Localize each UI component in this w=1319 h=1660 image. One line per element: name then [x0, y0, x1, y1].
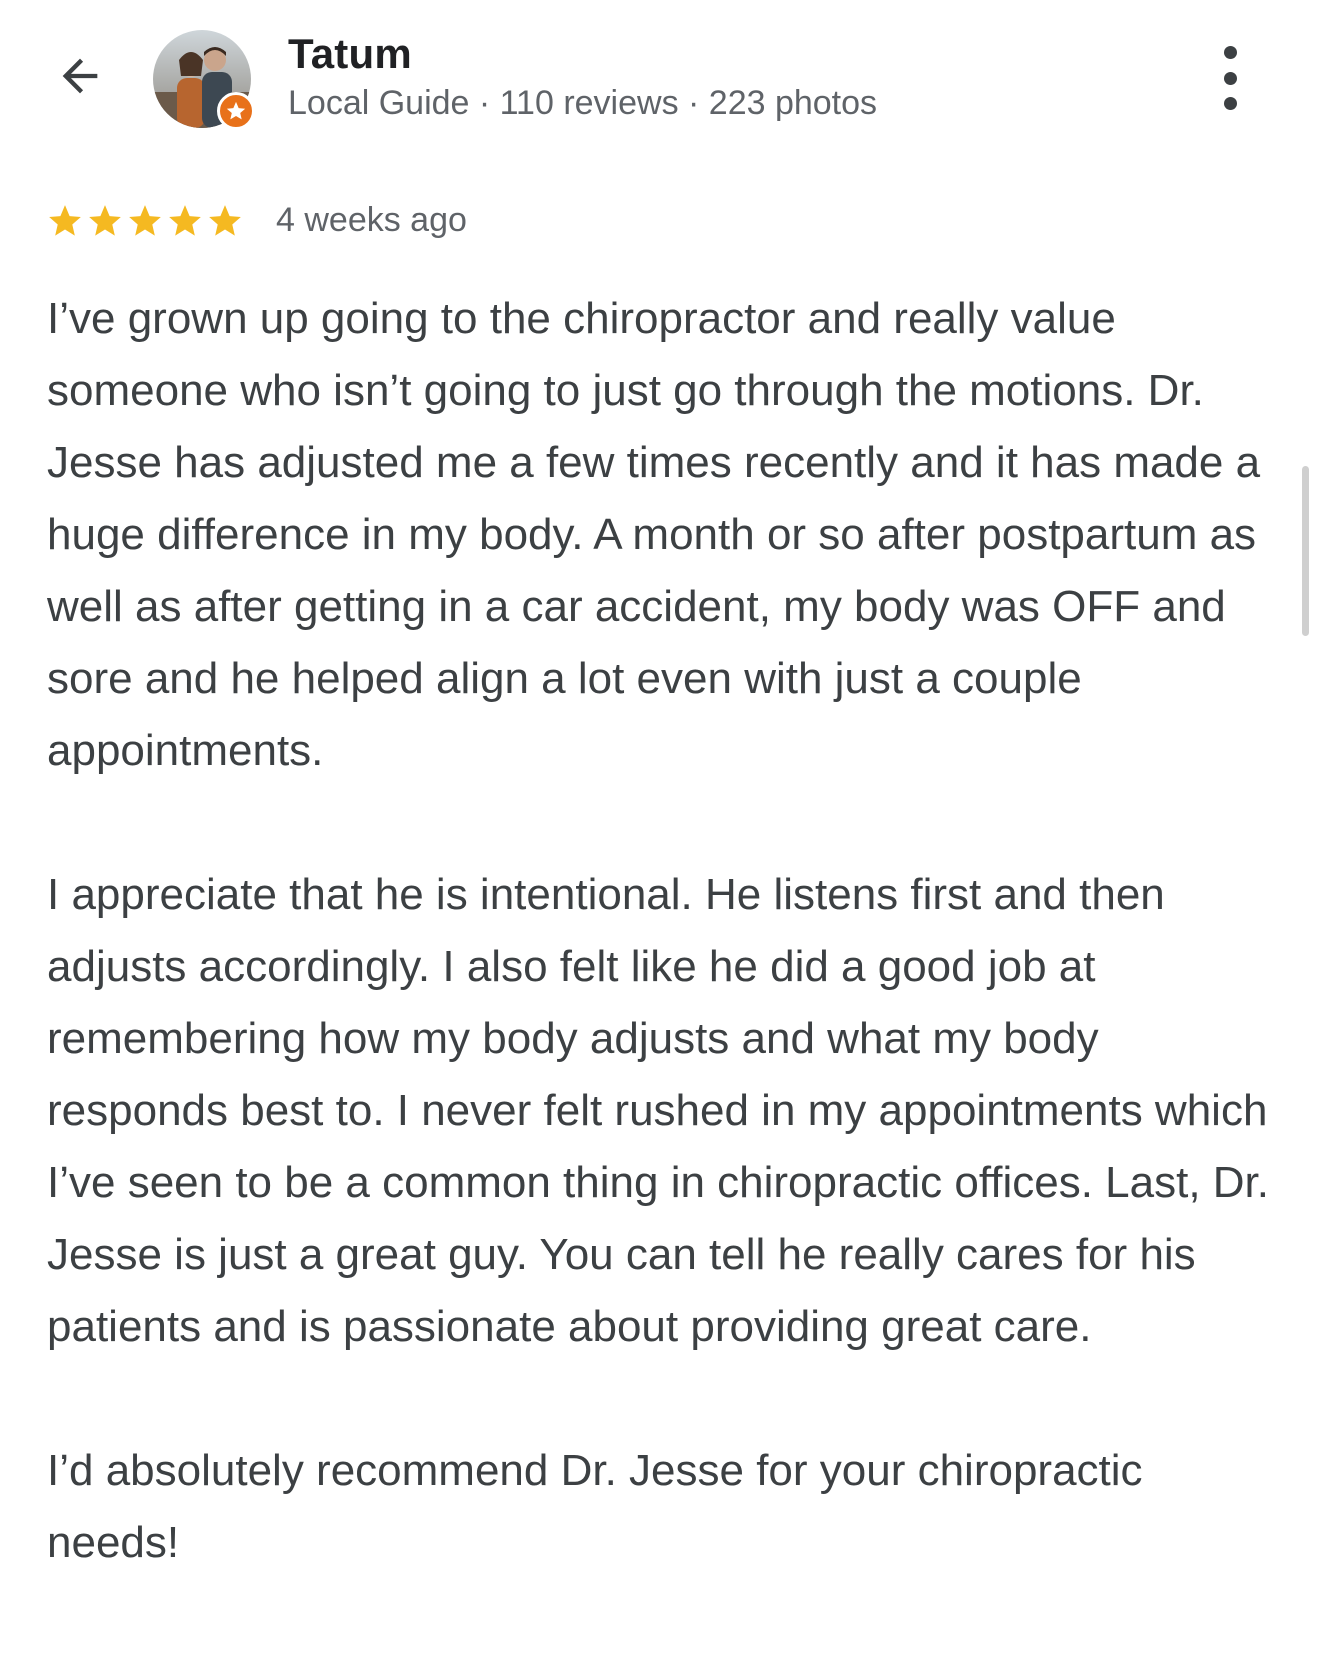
star-icon [49, 205, 81, 236]
more-vert-icon [1223, 46, 1237, 59]
star-icon [209, 205, 241, 236]
star-icon [129, 205, 161, 236]
author-name[interactable]: Tatum [288, 30, 412, 78]
star-icon [89, 205, 121, 236]
star-rating [46, 202, 244, 240]
review-text: I’ve grown up going to the chiropractor … [47, 283, 1282, 1579]
arrow-back-icon [62, 58, 98, 94]
review-paragraph: I’d absolutely recommend Dr. Jesse for y… [47, 1446, 1143, 1567]
star-icon [169, 205, 201, 236]
local-guide-badge-icon [217, 92, 255, 130]
back-button[interactable] [52, 48, 108, 104]
review-time: 4 weeks ago [276, 201, 467, 239]
author-meta: Local Guide · 110 reviews · 223 photos [288, 84, 878, 122]
scrollbar[interactable] [1302, 466, 1309, 636]
more-options-button[interactable] [1210, 46, 1250, 110]
review-paragraph: I’ve grown up going to the chiropractor … [47, 294, 1261, 775]
avatar[interactable] [153, 30, 255, 130]
review-paragraph: I appreciate that he is intentional. He … [47, 870, 1270, 1351]
